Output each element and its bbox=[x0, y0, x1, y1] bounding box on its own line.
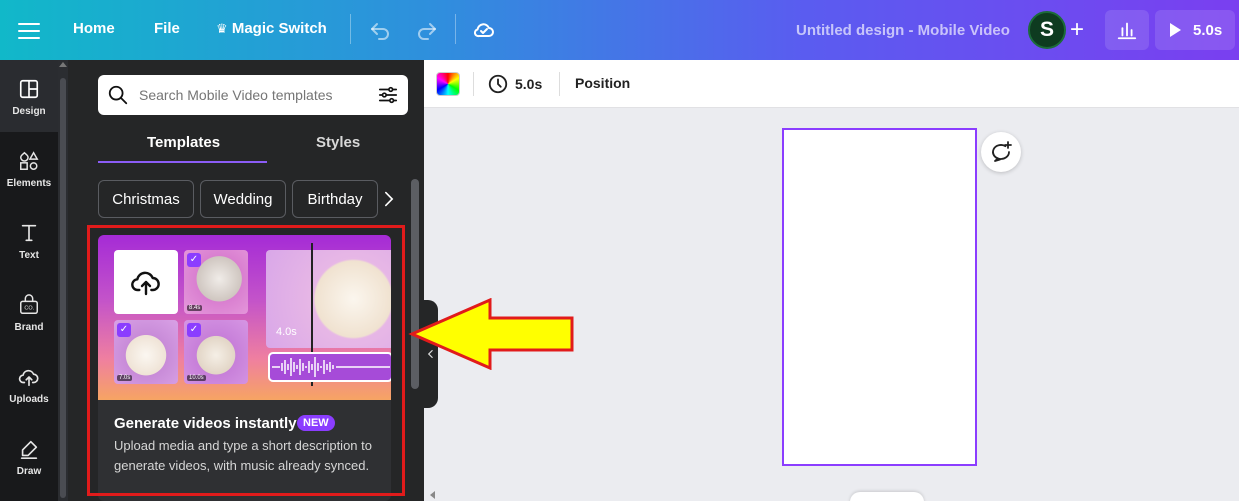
insights-button[interactable] bbox=[1105, 10, 1149, 50]
play-duration: 5.0s bbox=[1193, 21, 1223, 39]
search-input[interactable] bbox=[139, 87, 369, 103]
clock-icon bbox=[488, 74, 508, 94]
background-color-button[interactable] bbox=[436, 72, 460, 96]
canvas-horizontal-scrollbar[interactable] bbox=[424, 488, 1239, 501]
duration-label: 5.0s bbox=[515, 76, 543, 92]
rail-label: Elements bbox=[6, 178, 52, 189]
play-button[interactable]: 5.0s bbox=[1155, 10, 1235, 50]
add-collaborator-button[interactable]: + bbox=[1070, 18, 1084, 42]
rail-item-design[interactable]: Design bbox=[0, 60, 58, 132]
text-icon bbox=[21, 224, 37, 242]
scroll-thumb[interactable] bbox=[60, 78, 66, 498]
left-rail: Design Elements Text CO. Brand Uploads D… bbox=[0, 60, 58, 501]
search-box[interactable] bbox=[98, 75, 408, 115]
undo-icon[interactable] bbox=[368, 18, 392, 42]
redo-icon[interactable] bbox=[415, 18, 439, 42]
scroll-left-icon[interactable] bbox=[430, 491, 435, 499]
page-collapse-tab[interactable] bbox=[850, 492, 924, 501]
home-button[interactable]: Home bbox=[73, 20, 115, 37]
rail-label: Brand bbox=[14, 322, 44, 333]
brand-icon: CO. bbox=[20, 294, 38, 314]
rail-label: Draw bbox=[16, 466, 42, 477]
divider bbox=[455, 14, 456, 44]
duration-button[interactable]: 5.0s bbox=[487, 73, 542, 95]
tab-styles[interactable]: Styles bbox=[316, 134, 360, 151]
divider bbox=[350, 14, 351, 44]
rail-item-draw[interactable]: Draw bbox=[0, 420, 58, 492]
elements-icon bbox=[20, 151, 39, 170]
design-icon bbox=[19, 79, 39, 99]
rail-item-text[interactable]: Text bbox=[0, 204, 58, 276]
top-bar: Home File ♛ Magic Switch Untitled design… bbox=[0, 0, 1239, 60]
rail-label: Uploads bbox=[9, 394, 49, 405]
rail-item-uploads[interactable]: Uploads bbox=[0, 348, 58, 420]
annotation-arrow-icon bbox=[408, 298, 574, 370]
position-button[interactable]: Position bbox=[575, 75, 630, 91]
design-page[interactable] bbox=[782, 128, 977, 466]
highlight-box bbox=[87, 225, 405, 496]
crown-icon: ♛ bbox=[216, 21, 228, 36]
chip-christmas[interactable]: Christmas bbox=[98, 180, 194, 218]
panel-tabs: Templates Styles bbox=[98, 130, 408, 164]
chip-birthday[interactable]: Birthday bbox=[292, 180, 378, 218]
canvas-toolbar: 5.0s Position bbox=[424, 60, 1239, 108]
draw-icon bbox=[20, 440, 38, 459]
avatar[interactable]: S bbox=[1028, 11, 1066, 49]
active-tab-indicator bbox=[98, 161, 267, 163]
uploads-icon bbox=[18, 369, 39, 387]
cloud-saved-icon[interactable] bbox=[472, 18, 496, 42]
comment-plus-icon bbox=[992, 141, 1012, 162]
bar-chart-icon bbox=[1117, 22, 1137, 40]
rail-item-brand[interactable]: CO. Brand bbox=[0, 276, 58, 348]
rail-item-elements[interactable]: Elements bbox=[0, 132, 58, 204]
search-icon bbox=[108, 85, 128, 105]
divider bbox=[473, 72, 474, 96]
chip-wedding[interactable]: Wedding bbox=[200, 180, 286, 218]
play-icon bbox=[1170, 23, 1181, 37]
svg-text:CO.: CO. bbox=[24, 306, 34, 312]
design-title[interactable]: Untitled design - Mobile Video bbox=[796, 22, 1010, 39]
magic-switch-label: Magic Switch bbox=[231, 20, 327, 37]
chevron-right-icon bbox=[385, 191, 394, 207]
magic-switch-button[interactable]: ♛ Magic Switch bbox=[216, 20, 327, 37]
rail-scrollbar[interactable] bbox=[58, 60, 68, 501]
add-comment-button[interactable] bbox=[981, 132, 1021, 172]
rail-label: Text bbox=[19, 250, 39, 261]
rail-label: Design bbox=[12, 106, 46, 117]
file-menu-button[interactable]: File bbox=[154, 20, 180, 37]
menu-icon[interactable] bbox=[18, 18, 40, 42]
tab-templates[interactable]: Templates bbox=[147, 134, 220, 151]
chips-next-button[interactable] bbox=[377, 180, 401, 218]
scroll-up-icon[interactable] bbox=[59, 62, 67, 67]
filter-icon[interactable] bbox=[377, 84, 399, 106]
divider bbox=[559, 72, 560, 96]
